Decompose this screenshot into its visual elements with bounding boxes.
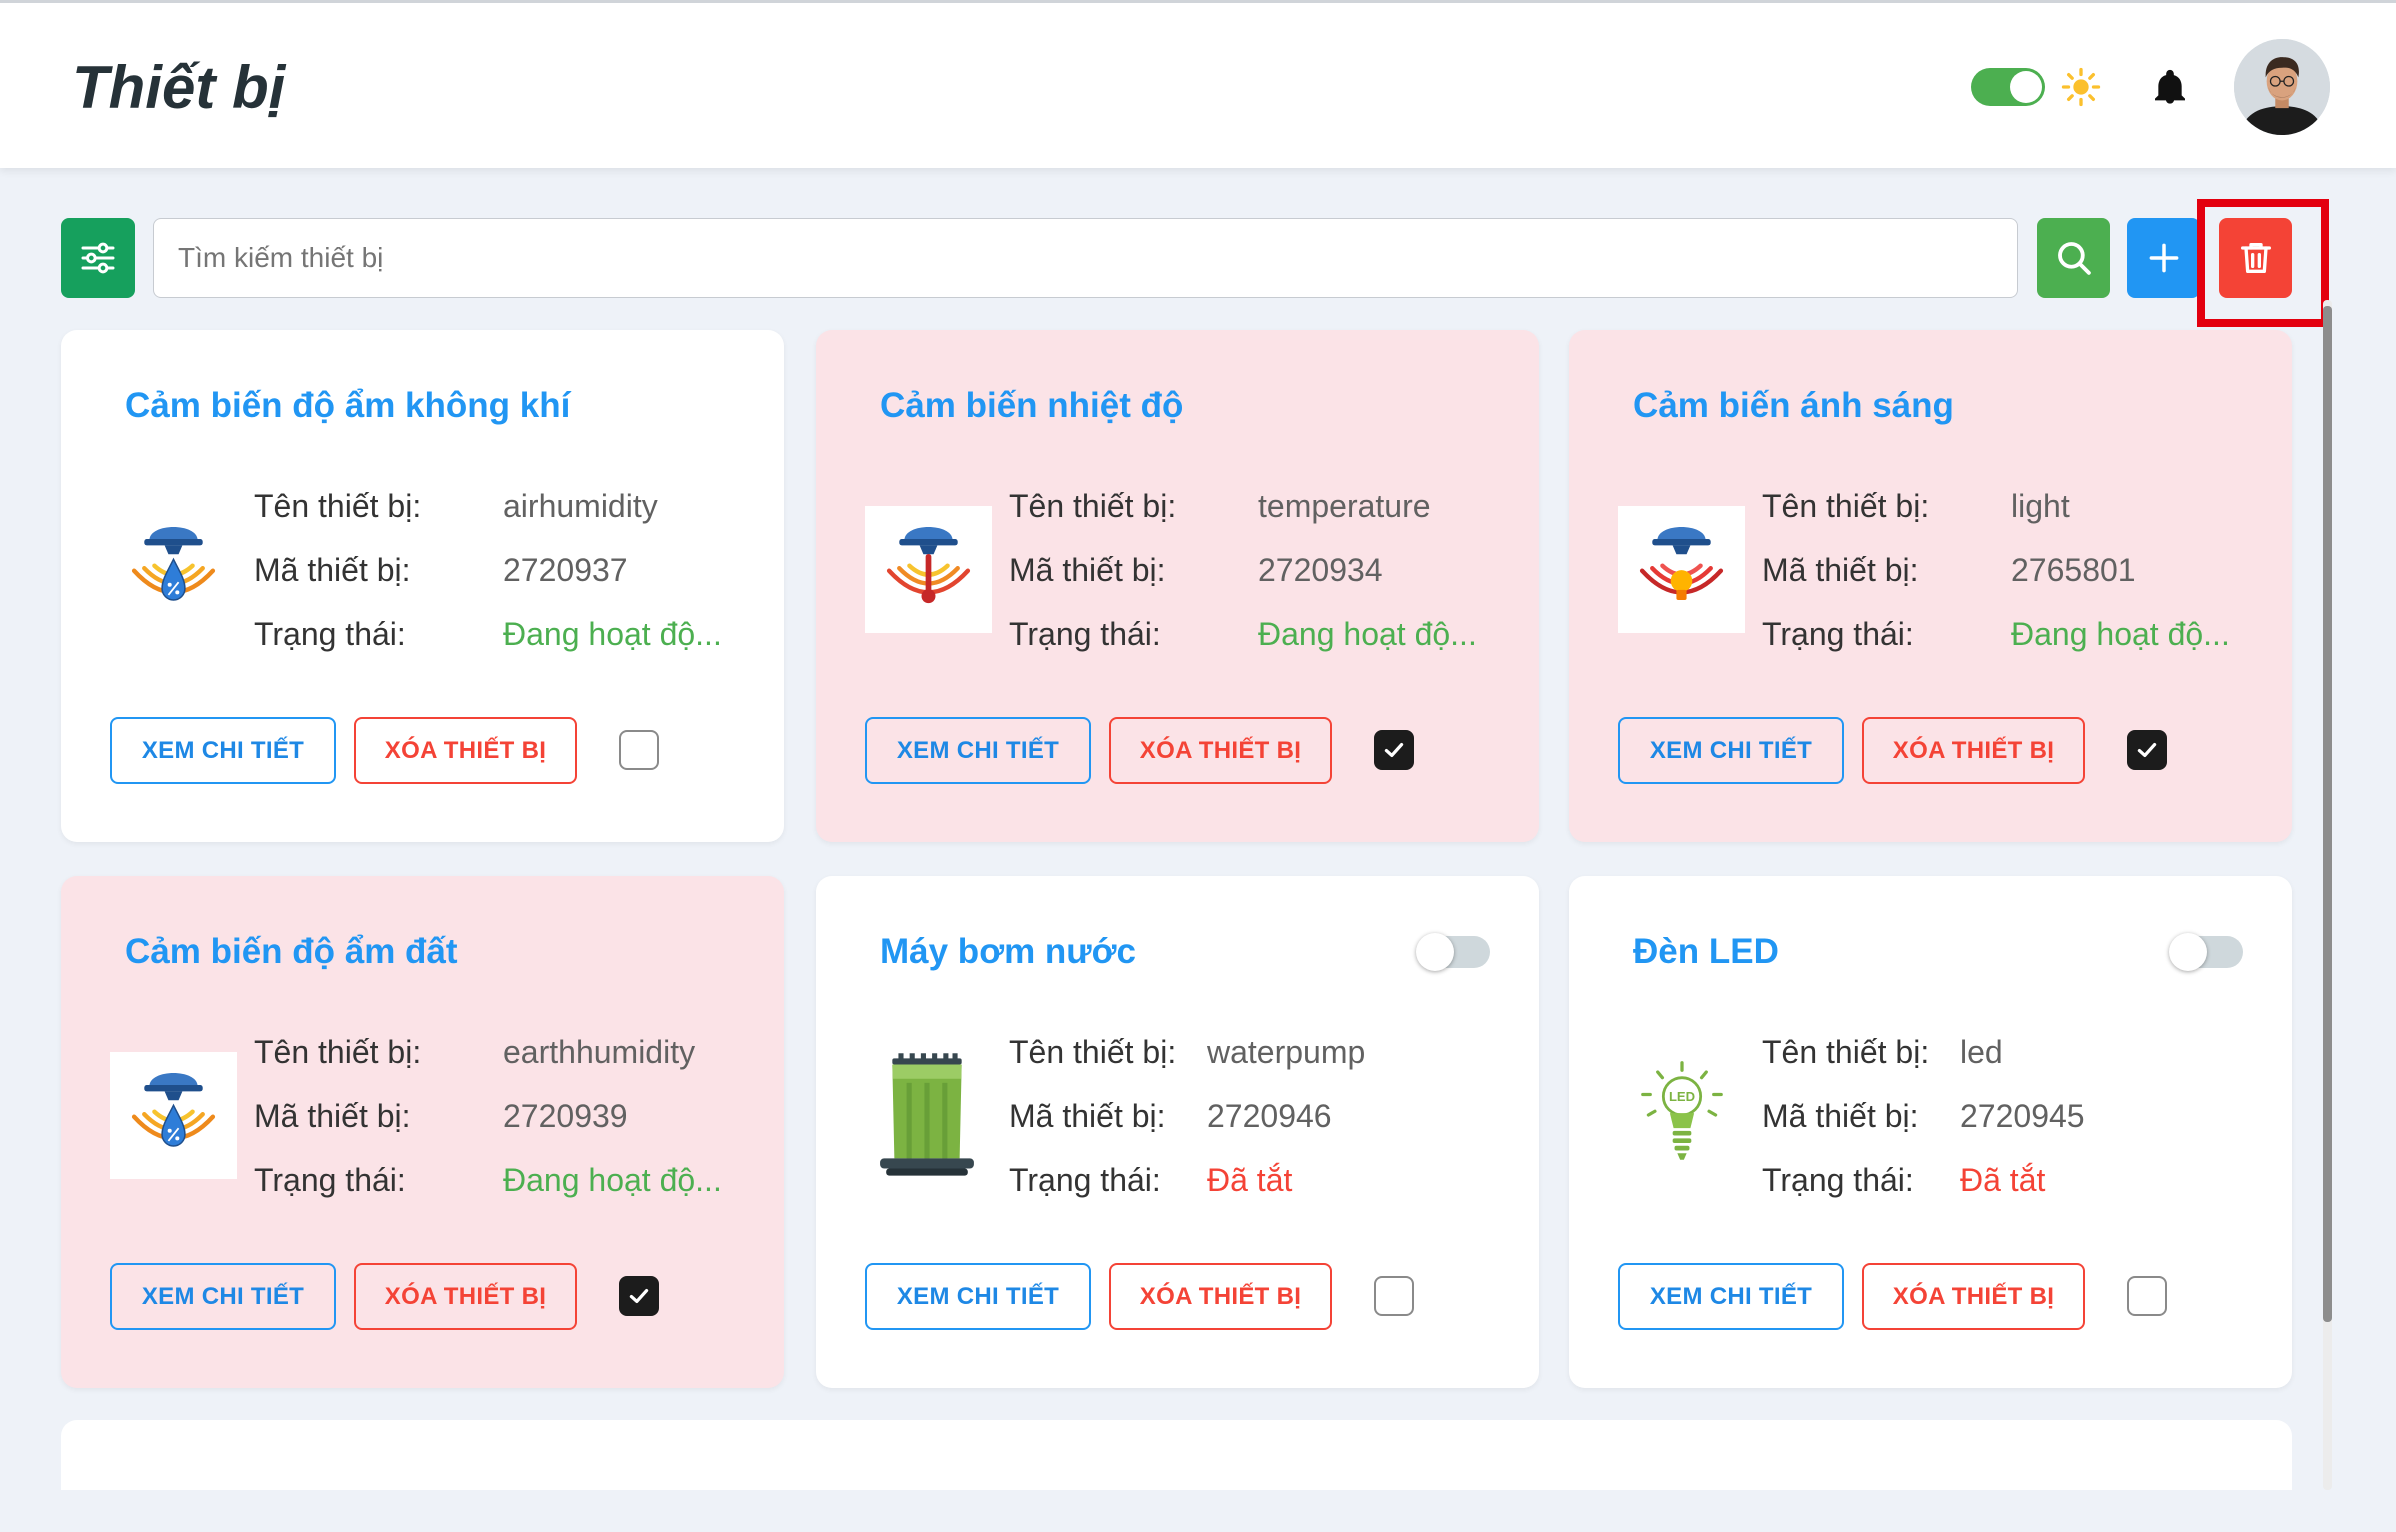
search-button[interactable] bbox=[2037, 218, 2110, 298]
view-details-button[interactable]: XEM CHI TIẾT bbox=[1618, 717, 1844, 784]
status-label: Trạng thái: bbox=[1762, 616, 1914, 652]
sun-icon[interactable] bbox=[2061, 67, 2101, 107]
toggle-knob bbox=[2169, 933, 2207, 971]
view-details-button[interactable]: XEM CHI TIẾT bbox=[865, 1263, 1091, 1330]
select-checkbox[interactable] bbox=[619, 730, 659, 770]
device-code-value: 2720946 bbox=[1207, 1098, 1332, 1134]
add-device-button[interactable] bbox=[2127, 218, 2200, 298]
code-label: Mã thiết bị: bbox=[1762, 552, 1919, 588]
name-label: Tên thiết bị: bbox=[1009, 488, 1177, 524]
name-label: Tên thiết bị: bbox=[1762, 1034, 1930, 1070]
select-checkbox[interactable] bbox=[2127, 1276, 2167, 1316]
led-bulb-icon: LED bbox=[1635, 1059, 1729, 1171]
code-label: Mã thiết bị: bbox=[1009, 552, 1166, 588]
device-name-value: airhumidity bbox=[503, 488, 658, 524]
plus-icon bbox=[2149, 243, 2178, 273]
sliders-icon bbox=[81, 242, 115, 274]
power-toggle[interactable] bbox=[2169, 933, 2243, 971]
status-label: Trạng thái: bbox=[254, 1162, 406, 1198]
code-label: Mã thiết bị: bbox=[254, 552, 411, 588]
page-title: Thiết bị bbox=[72, 54, 286, 121]
device-title: Máy bơm nước bbox=[880, 932, 1136, 971]
name-label: Tên thiết bị: bbox=[254, 1034, 422, 1070]
temperature-sensor-icon bbox=[865, 506, 992, 633]
device-name-value: waterpump bbox=[1207, 1034, 1366, 1070]
device-code-value: 2720945 bbox=[1960, 1098, 2085, 1134]
device-name-value: temperature bbox=[1258, 488, 1431, 524]
view-details-button[interactable]: XEM CHI TIẾT bbox=[110, 1263, 336, 1330]
device-card: Cảm biến độ ẩm không khí Tên thiết bị: a… bbox=[61, 330, 784, 842]
delete-device-button[interactable]: XÓA THIẾT BỊ bbox=[1862, 717, 2085, 784]
delete-device-button[interactable]: XÓA THIẾT BỊ bbox=[1109, 1263, 1332, 1330]
device-title: Cảm biến độ ẩm không khí bbox=[125, 386, 571, 425]
filter-button[interactable] bbox=[61, 218, 135, 298]
delete-device-button[interactable]: XÓA THIẾT BỊ bbox=[354, 717, 577, 784]
device-card: Cảm biến ánh sáng Tên thiết bị: light Mã… bbox=[1569, 330, 2292, 842]
power-toggle[interactable] bbox=[1416, 933, 1490, 971]
check-icon bbox=[2137, 742, 2157, 758]
status-label: Trạng thái: bbox=[1762, 1162, 1914, 1198]
device-code-value: 2765801 bbox=[2011, 552, 2136, 588]
trash-icon bbox=[2240, 243, 2271, 273]
view-details-button[interactable]: XEM CHI TIẾT bbox=[1618, 1263, 1844, 1330]
device-card: Máy bơm nước Tên thiết bị: waterpump Mã … bbox=[816, 876, 1539, 1388]
status-label: Trạng thái: bbox=[254, 616, 406, 652]
device-name-value: led bbox=[1960, 1034, 2003, 1070]
scrollbar-thumb[interactable] bbox=[2323, 306, 2332, 1322]
light-sensor-icon bbox=[1618, 506, 1745, 633]
device-card: Đèn LED LED Tên thiết bị: led Mã thiết b… bbox=[1569, 876, 2292, 1388]
device-title: Cảm biến nhiệt độ bbox=[880, 386, 1184, 425]
device-title: Cảm biến ánh sáng bbox=[1633, 386, 1954, 425]
user-avatar[interactable] bbox=[2234, 39, 2330, 135]
device-code-value: 2720937 bbox=[503, 552, 628, 588]
select-checkbox[interactable] bbox=[1374, 1276, 1414, 1316]
device-name-value: earthhumidity bbox=[503, 1034, 696, 1070]
device-status-value: Đang hoạt độ... bbox=[503, 616, 722, 652]
status-label: Trạng thái: bbox=[1009, 1162, 1161, 1198]
name-label: Tên thiết bị: bbox=[1009, 1034, 1177, 1070]
device-status-value: Đã tắt bbox=[1960, 1162, 2046, 1198]
device-card-partial bbox=[61, 1420, 2292, 1490]
device-name-value: light bbox=[2011, 488, 2070, 524]
humidity-sensor-icon bbox=[110, 506, 237, 633]
device-card: Cảm biến nhiệt độ Tên thiết bị: temperat… bbox=[816, 330, 1539, 842]
device-title: Cảm biến độ ẩm đất bbox=[125, 932, 458, 971]
delete-device-button[interactable]: XÓA THIẾT BỊ bbox=[1862, 1263, 2085, 1330]
device-status-value: Đang hoạt độ... bbox=[2011, 616, 2230, 652]
device-status-value: Đã tắt bbox=[1207, 1162, 1293, 1198]
select-checkbox[interactable] bbox=[2127, 730, 2167, 770]
delete-selected-button[interactable] bbox=[2219, 218, 2292, 298]
name-label: Tên thiết bị: bbox=[1762, 488, 1930, 524]
delete-device-button[interactable]: XÓA THIẾT BỊ bbox=[354, 1263, 577, 1330]
search-input[interactable] bbox=[153, 218, 2018, 298]
status-label: Trạng thái: bbox=[1009, 616, 1161, 652]
check-icon bbox=[1384, 742, 1404, 758]
check-icon bbox=[629, 1288, 649, 1304]
soil-humidity-sensor-icon bbox=[110, 1052, 237, 1179]
select-checkbox[interactable] bbox=[1374, 730, 1414, 770]
select-checkbox[interactable] bbox=[619, 1276, 659, 1316]
top-header: Thiết bị bbox=[0, 0, 2396, 168]
device-title: Đèn LED bbox=[1633, 932, 1779, 971]
delete-device-button[interactable]: XÓA THIẾT BỊ bbox=[1109, 717, 1332, 784]
toggle-knob bbox=[1416, 933, 1454, 971]
water-pump-icon bbox=[876, 1052, 978, 1180]
device-status-value: Đang hoạt độ... bbox=[503, 1162, 722, 1198]
name-label: Tên thiết bị: bbox=[254, 488, 422, 524]
device-status-value: Đang hoạt độ... bbox=[1258, 616, 1477, 652]
code-label: Mã thiết bị: bbox=[1009, 1098, 1166, 1134]
view-details-button[interactable]: XEM CHI TIẾT bbox=[865, 717, 1091, 784]
toggle-knob bbox=[2010, 71, 2042, 103]
search-icon bbox=[2057, 242, 2091, 275]
code-label: Mã thiết bị: bbox=[1762, 1098, 1919, 1134]
code-label: Mã thiết bị: bbox=[254, 1098, 411, 1134]
device-card: Cảm biến độ ẩm đất Tên thiết bị: earthhu… bbox=[61, 876, 784, 1388]
view-details-button[interactable]: XEM CHI TIẾT bbox=[110, 717, 336, 784]
led-icon-text: LED bbox=[1669, 1089, 1695, 1104]
theme-toggle[interactable] bbox=[1971, 68, 2045, 106]
device-code-value: 2720939 bbox=[503, 1098, 628, 1134]
bell-icon[interactable] bbox=[2150, 67, 2190, 107]
device-code-value: 2720934 bbox=[1258, 552, 1383, 588]
